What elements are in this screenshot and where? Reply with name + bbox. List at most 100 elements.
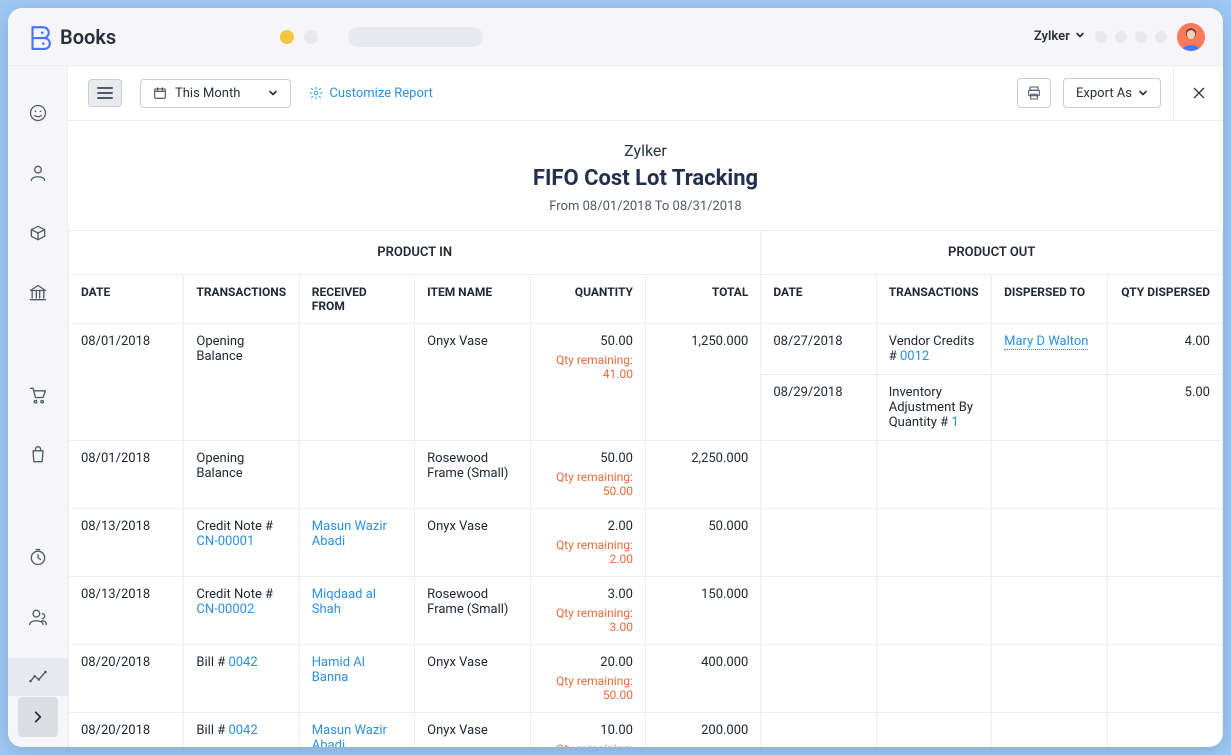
cell-received-from: Masun Wazir Abadi: [299, 509, 414, 577]
cell-received-from: Masun Wazir Abadi: [299, 713, 414, 748]
cell-transaction: Credit Note # CN-00002: [184, 577, 299, 645]
cell-out-transaction: [876, 441, 991, 509]
th-received-from[interactable]: RECEIVED FROM: [299, 275, 414, 324]
th-out-transactions[interactable]: TRANSACTIONS: [876, 275, 991, 324]
contact-link[interactable]: Masun Wazir Abadi: [312, 519, 387, 549]
placeholder-dot-icon: [1155, 31, 1167, 43]
user-avatar[interactable]: [1177, 23, 1205, 51]
report-table-scroll[interactable]: PRODUCT IN PRODUCT OUT DATE TRANSACTIONS…: [68, 230, 1223, 747]
th-transactions[interactable]: TRANSACTIONS: [184, 275, 299, 324]
close-button[interactable]: [1173, 66, 1223, 120]
cell-date: 08/13/2018: [69, 577, 184, 645]
report-title: FIFO Cost Lot Tracking: [68, 166, 1223, 191]
cell-received-from: Hamid Al Banna: [299, 645, 414, 713]
contact-link[interactable]: Mary D Walton: [1004, 334, 1088, 350]
cell-out-date: 08/29/2018: [761, 375, 876, 441]
cell-out-date: 08/27/2018: [761, 324, 876, 375]
cell-total: 2,250.000: [645, 441, 760, 509]
sidebar-item-dashboard[interactable]: [14, 94, 62, 132]
th-dispersed-to[interactable]: DISPERSED TO: [992, 275, 1107, 324]
cell-qty-dispersed: 5.00: [1107, 375, 1222, 441]
cell-item: Onyx Vase: [415, 713, 530, 748]
app-name: Books: [60, 25, 116, 49]
sidebar-item-banking[interactable]: [14, 274, 62, 312]
th-total[interactable]: TOTAL: [645, 275, 760, 324]
print-button[interactable]: [1017, 78, 1051, 108]
th-quantity[interactable]: QUANTITY: [530, 275, 645, 324]
sidebar-item-contacts[interactable]: [14, 154, 62, 192]
customize-report-button[interactable]: Customize Report: [309, 86, 433, 101]
cell-quantity: 2.00Qty remaining: 2.00: [530, 509, 645, 577]
cell-quantity: 50.00Qty remaining: 41.00: [530, 324, 645, 441]
group-header-out: PRODUCT OUT: [761, 231, 1223, 275]
cell-total: 400.000: [645, 645, 760, 713]
cell-total: 200.000: [645, 713, 760, 748]
cell-out-date: [761, 713, 876, 748]
cell-out-date: [761, 509, 876, 577]
top-pill-placeholder: [348, 27, 483, 47]
placeholder-dot-icon: [1115, 31, 1127, 43]
cell-total: 150.000: [645, 577, 760, 645]
gear-icon: [309, 86, 323, 100]
cell-item: Onyx Vase: [415, 509, 530, 577]
placeholder-dot-icon: [1095, 31, 1107, 43]
report-header: Zylker FIFO Cost Lot Tracking From 08/01…: [68, 121, 1223, 230]
cell-received-from: [299, 324, 414, 441]
cell-qty-dispersed: [1107, 441, 1222, 509]
cell-quantity: 3.00Qty remaining: 3.00: [530, 577, 645, 645]
qty-remaining: Qty remaining: 10.00: [543, 742, 633, 747]
contact-link[interactable]: Miqdaad al Shah: [312, 587, 376, 617]
cell-out-transaction: [876, 713, 991, 748]
date-filter-button[interactable]: This Month: [140, 79, 291, 108]
transaction-link[interactable]: CN-00001: [196, 534, 254, 549]
qty-remaining: Qty remaining: 41.00: [543, 353, 633, 381]
group-header-in: PRODUCT IN: [69, 231, 761, 275]
table-row: 08/13/2018Credit Note # CN-00001Masun Wa…: [69, 509, 1223, 577]
sidebar-item-timetracking[interactable]: [14, 538, 62, 576]
content: This Month Customize Report Export As: [68, 66, 1223, 747]
th-date[interactable]: DATE: [69, 275, 184, 324]
cell-item: Onyx Vase: [415, 324, 530, 441]
cell-out-date: [761, 645, 876, 713]
expand-sidebar-button[interactable]: [18, 697, 58, 737]
sidebar-item-items[interactable]: [14, 214, 62, 252]
transaction-link[interactable]: 1: [951, 415, 958, 430]
cell-date: 08/20/2018: [69, 645, 184, 713]
app-logo[interactable]: Books: [26, 24, 116, 50]
export-button[interactable]: Export As: [1063, 78, 1161, 108]
th-qty-dispersed[interactable]: QTY DISPERSED: [1107, 275, 1222, 324]
contact-link[interactable]: Hamid Al Banna: [312, 655, 365, 685]
contact-link[interactable]: Masun Wazir Abadi: [312, 723, 387, 747]
cell-item: Onyx Vase: [415, 645, 530, 713]
sidebar-item-reports[interactable]: [8, 658, 68, 696]
cell-date: 08/20/2018: [69, 713, 184, 748]
cell-dispersed-to: Mary D Walton: [992, 324, 1107, 375]
transaction-link[interactable]: CN-00002: [196, 602, 254, 617]
cell-out-transaction: [876, 645, 991, 713]
sidebar-item-accountant[interactable]: [14, 598, 62, 636]
report-table: PRODUCT IN PRODUCT OUT DATE TRANSACTIONS…: [68, 230, 1223, 747]
toggle-sidebar-button[interactable]: [88, 79, 122, 107]
th-item-name[interactable]: ITEM NAME: [415, 275, 530, 324]
transaction-link[interactable]: 0012: [900, 349, 929, 364]
sidebar-item-sales[interactable]: [14, 376, 62, 414]
th-out-date[interactable]: DATE: [761, 275, 876, 324]
transaction-link[interactable]: 0042: [228, 655, 257, 670]
org-selector[interactable]: Zylker: [1034, 29, 1085, 44]
sidebar-item-purchases[interactable]: [14, 436, 62, 474]
cell-dispersed-to: [992, 645, 1107, 713]
cell-out-transaction: [876, 509, 991, 577]
cell-total: 1,250.000: [645, 324, 760, 441]
cell-out-transaction: Inventory Adjustment By Quantity # 1: [876, 375, 991, 441]
cell-date: 08/01/2018: [69, 324, 184, 441]
top-right-placeholders: [1095, 31, 1167, 43]
cell-qty-dispersed: 4.00: [1107, 324, 1222, 375]
date-filter-label: This Month: [175, 86, 240, 101]
table-row: 08/20/2018Bill # 0042Hamid Al BannaOnyx …: [69, 645, 1223, 713]
cell-dispersed-to: [992, 577, 1107, 645]
transaction-link[interactable]: 0042: [228, 723, 257, 738]
cell-transaction: Opening Balance: [184, 441, 299, 509]
cell-transaction: Credit Note # CN-00001: [184, 509, 299, 577]
grey-dot-icon: [304, 30, 318, 44]
cell-dispersed-to: [992, 441, 1107, 509]
